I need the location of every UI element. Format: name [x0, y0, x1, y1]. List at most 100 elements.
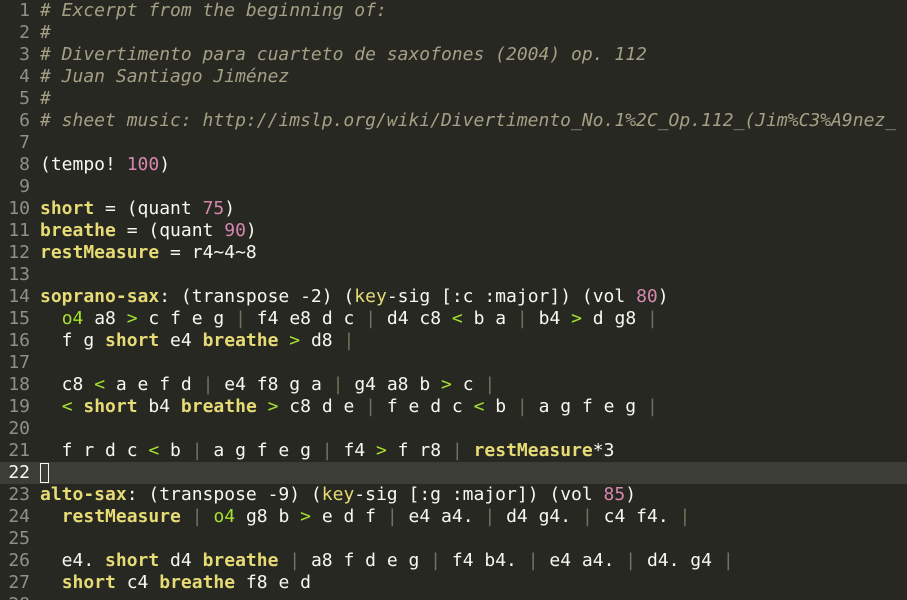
- line-content: # Excerpt from the beginning of:: [40, 0, 387, 22]
- line-content: < short b4 breathe > c8 d e | f e d c < …: [40, 396, 658, 418]
- token-comment: # Excerpt from the beginning of:: [40, 0, 387, 21]
- token-text: f4 e8 d c: [245, 308, 366, 329]
- token-comment: #: [40, 88, 51, 109]
- token-text: = (quant: [94, 198, 203, 219]
- code-line[interactable]: 15 o4 a8 > c f e g | f4 e8 d c | d4 c8 <…: [0, 308, 907, 330]
- code-line[interactable]: 18 c8 < a e f d | e4 f8 g a | g4 a8 b > …: [0, 374, 907, 396]
- line-number: 22: [8, 462, 30, 483]
- code-line[interactable]: 10 short = (quant 75): [0, 198, 907, 220]
- token-text: a g f e g: [527, 396, 647, 417]
- code-line[interactable]: 3 # Divertimento para cuarteto de saxofon…: [0, 44, 907, 66]
- token-bar: |: [343, 330, 355, 351]
- token-text: d4 g4.: [495, 506, 582, 527]
- code-line[interactable]: 9: [0, 176, 907, 198]
- token-kw: short: [105, 330, 160, 351]
- line-number: 15: [8, 308, 30, 329]
- code-line[interactable]: 21 f r d c < b | a g f e g | f4 > f r8 |…: [0, 440, 907, 462]
- code-line[interactable]: 14 soprano-sax: (transpose -2) (key-sig […: [0, 286, 907, 308]
- token-text: b: [159, 440, 192, 461]
- line-number: 4: [19, 66, 30, 87]
- token-text: -sig [:c :major]) (vol: [386, 286, 637, 307]
- line-number: 11: [8, 220, 30, 241]
- code-line[interactable]: 6 # sheet music: http://imslp.org/wiki/Di…: [0, 110, 907, 132]
- code-line[interactable]: 11 breathe = (quant 90): [0, 220, 907, 242]
- token-text: c4: [115, 572, 160, 593]
- code-line[interactable]: 24 restMeasure | o4 g8 b > e d f | e4 a4…: [0, 506, 907, 528]
- line-number: 12: [8, 242, 30, 263]
- token-op: <: [473, 396, 485, 417]
- token-text: b4: [137, 396, 181, 417]
- token-text: a g f e g: [202, 440, 322, 461]
- line-content: alto-sax: (transpose -9) (key-sig [:g :m…: [40, 484, 636, 506]
- line-number: 28: [0, 594, 30, 600]
- token-text: a e f d: [105, 374, 203, 395]
- code-line[interactable]: 8 (tempo! 100): [0, 154, 907, 176]
- code-line[interactable]: 12 restMeasure = r4~4~8: [0, 242, 907, 264]
- token-bar: |: [646, 396, 658, 417]
- code-line[interactable]: 23 alto-sax: (transpose -9) (key-sig [:g …: [0, 484, 907, 506]
- token-text: ): [224, 198, 236, 219]
- line-number: 25: [8, 528, 30, 549]
- code-line[interactable]: 13: [0, 264, 907, 286]
- token-bar: |: [365, 396, 377, 417]
- token-bar: |: [647, 308, 658, 329]
- code-line[interactable]: 16 f g short e4 breathe > d8 |: [0, 330, 907, 352]
- token-kw: short: [83, 396, 138, 417]
- token-text: : (transpose -9) (: [126, 484, 322, 505]
- code-line[interactable]: 20: [0, 418, 907, 440]
- line-content: restMeasure = r4~4~8: [40, 242, 257, 264]
- token-num: 90: [224, 220, 246, 241]
- token-text: c f e g: [137, 308, 236, 329]
- text-cursor: [40, 463, 49, 483]
- token-bar: |: [202, 374, 214, 395]
- token-text: f8 e d: [235, 572, 311, 593]
- code-line[interactable]: 22: [0, 462, 907, 484]
- token-bar: |: [386, 506, 398, 527]
- token-op: >: [267, 396, 279, 417]
- code-line[interactable]: 27 short c4 breathe f8 e d: [0, 572, 907, 594]
- token-bar: |: [332, 374, 344, 395]
- token-text: f g: [40, 330, 106, 351]
- token-kw: short: [40, 198, 95, 219]
- token-comment: # sheet music: http://imslp.org/wiki/Div…: [40, 110, 897, 131]
- code-line[interactable]: 4 # Juan Santiago Jiménez: [0, 66, 907, 88]
- token-text: b4: [527, 308, 572, 329]
- code-line[interactable]: 5 #: [0, 88, 907, 110]
- code-line[interactable]: 7: [0, 132, 907, 154]
- line-number: 13: [8, 264, 30, 285]
- token-kw: breathe: [180, 396, 257, 417]
- token-text: c8: [40, 374, 95, 395]
- token-kw: alto-sax: [40, 484, 127, 505]
- token-bar: |: [625, 550, 637, 571]
- code-line[interactable]: 25: [0, 528, 907, 550]
- token-kw: short: [61, 572, 116, 593]
- token-text: b a: [462, 308, 517, 329]
- line-number: 16: [8, 330, 30, 351]
- token-bar: |: [484, 506, 496, 527]
- code-line[interactable]: 2 #: [0, 22, 907, 44]
- token-comment: # Divertimento para cuarteto de saxofone…: [40, 44, 647, 65]
- code-line[interactable]: 1 # Excerpt from the beginning of:: [0, 0, 907, 22]
- code-line[interactable]: 26 e4. short d4 breathe | a8 f d e g | f…: [0, 550, 907, 572]
- token-bar: |: [516, 308, 528, 329]
- token-text: f r8: [386, 440, 452, 461]
- token-bar: |: [191, 506, 203, 527]
- token-num: 75: [202, 198, 225, 219]
- token-text: = r4~4~8: [159, 242, 257, 263]
- code-line[interactable]: 28: [0, 594, 907, 600]
- token-text: f r d c: [40, 440, 149, 461]
- code-editor[interactable]: 1 # Excerpt from the beginning of: 2 #3 # Di…: [0, 0, 907, 600]
- token-kw: breathe: [40, 220, 116, 241]
- code-line[interactable]: 17: [0, 352, 907, 374]
- code-line[interactable]: 19 < short b4 breathe > c8 d e | f e d c…: [0, 396, 907, 418]
- line-content: f g short e4 breathe > d8 |: [40, 330, 355, 352]
- token-text: g8 b: [235, 506, 301, 527]
- token-comment: # Juan Santiago Jiménez: [40, 66, 290, 87]
